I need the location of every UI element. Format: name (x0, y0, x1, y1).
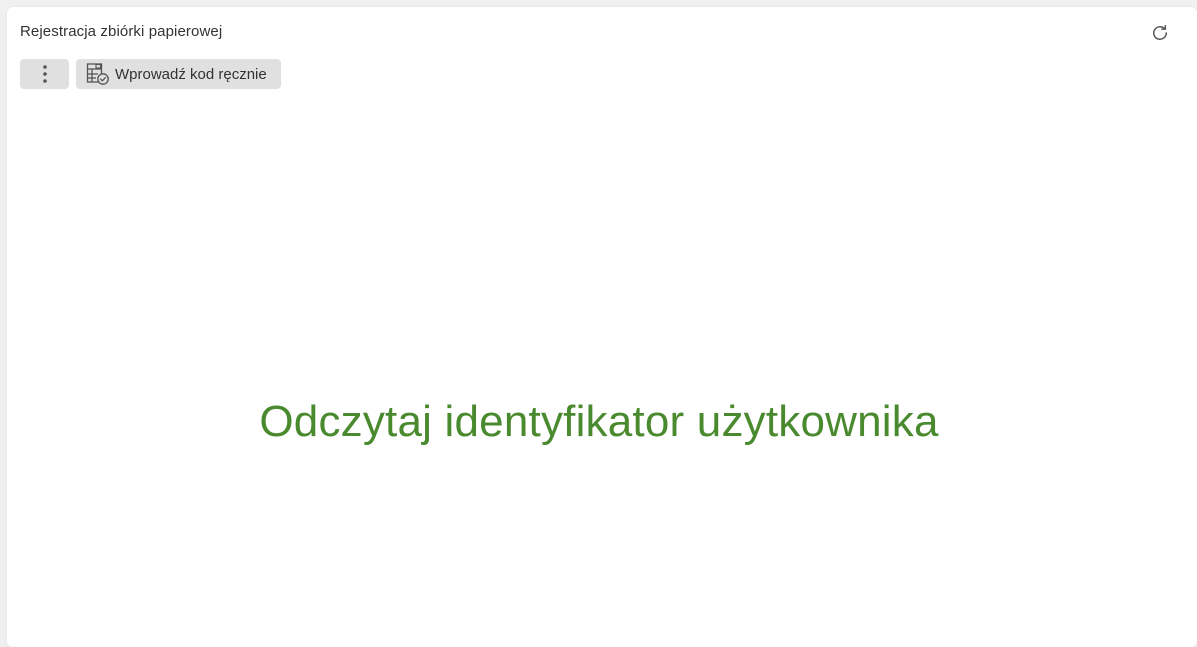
toolbar: Wprowadź kod ręcznie (20, 59, 281, 89)
scan-panel: Rejestracja zbiórki papierowej Wprowadź … (7, 7, 1197, 647)
panel-title: Rejestracja zbiórki papierowej (20, 23, 223, 40)
refresh-icon (1153, 24, 1167, 40)
table-check-icon (86, 63, 109, 85)
scan-prompt-message: Odczytaj identyfikator użytkownika (259, 397, 939, 446)
enter-code-manually-button[interactable]: Wprowadź kod ręcznie (76, 59, 281, 89)
more-options-button[interactable] (20, 59, 69, 89)
vertical-dots-icon (42, 65, 47, 83)
enter-code-manually-label: Wprowadź kod ręcznie (115, 65, 267, 83)
refresh-button[interactable] (1149, 22, 1171, 44)
